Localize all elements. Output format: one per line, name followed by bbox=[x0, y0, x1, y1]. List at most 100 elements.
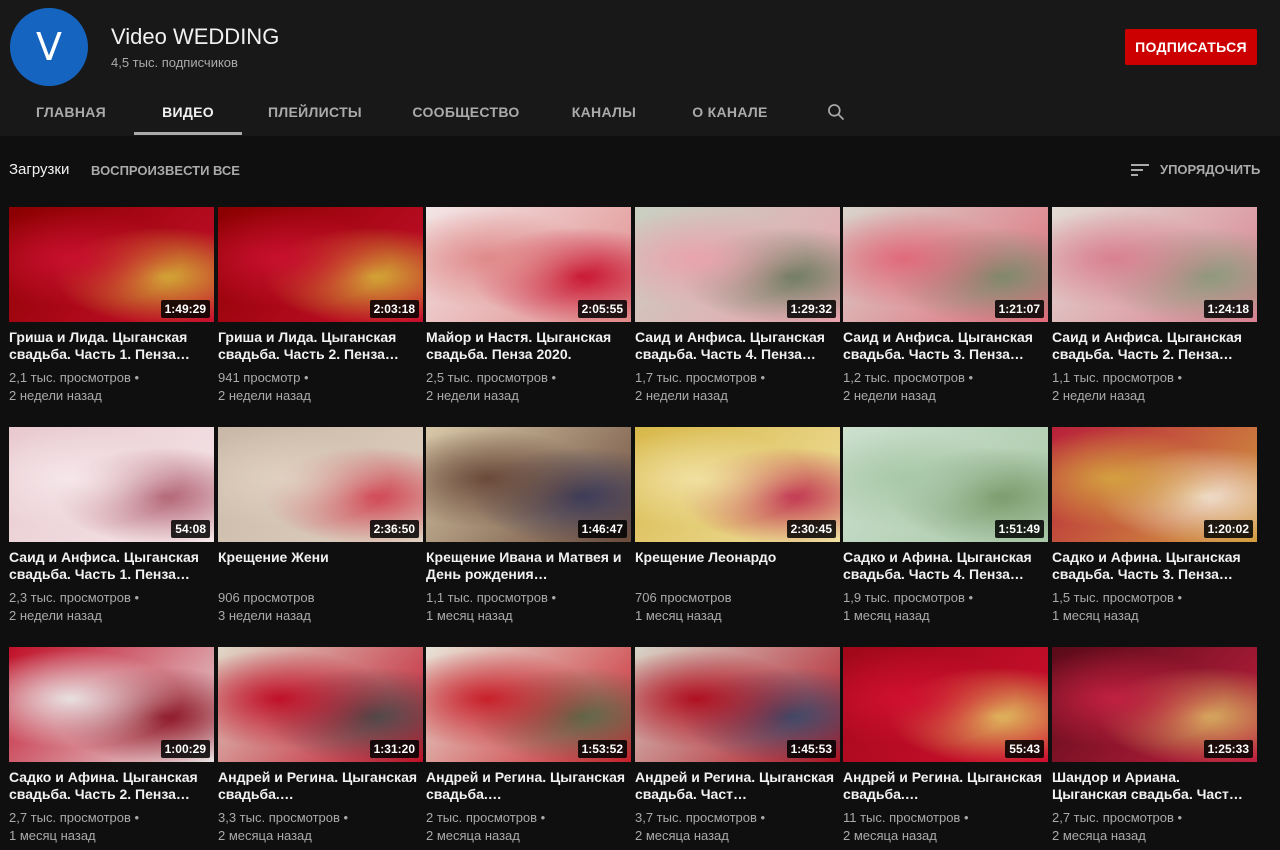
video-duration: 1:31:20 bbox=[369, 740, 419, 758]
video-card[interactable]: 1:46:47 Крещение Ивана и Матвея и День ро… bbox=[426, 427, 631, 625]
video-thumbnail[interactable]: 1:46:47 bbox=[426, 427, 631, 542]
video-title[interactable]: Саид и Анфиса. Цыганская свадьба. Часть … bbox=[843, 329, 1048, 363]
video-card[interactable]: 1:21:07 Саид и Анфиса. Цыганская свадьба.… bbox=[843, 207, 1048, 405]
video-views: 3,7 тыс. просмотров • bbox=[635, 810, 766, 825]
video-card[interactable]: 1:29:32 Саид и Анфиса. Цыганская свадьба.… bbox=[635, 207, 840, 405]
tab-community[interactable]: СООБЩЕСТВО bbox=[408, 88, 524, 136]
video-thumbnail[interactable]: 55:43 bbox=[843, 647, 1048, 762]
video-card[interactable]: 1:45:53 Андрей и Регина. Цыганская свадьб… bbox=[635, 647, 840, 845]
video-title[interactable]: Майор и Настя. Цыганская свадьба. Пенза … bbox=[426, 329, 631, 363]
video-thumbnail[interactable]: 1:45:53 bbox=[635, 647, 840, 762]
video-thumbnail[interactable]: 1:49:29 bbox=[9, 207, 214, 322]
video-age: 2 месяца назад bbox=[218, 828, 312, 843]
video-age: 2 недели назад bbox=[9, 388, 102, 403]
tab-playlists[interactable]: ПЛЕЙЛИСТЫ bbox=[262, 88, 368, 136]
video-thumbnail[interactable]: 54:08 bbox=[9, 427, 214, 542]
video-views: 2,7 тыс. просмотров • bbox=[1052, 810, 1183, 825]
video-title[interactable]: Андрей и Регина. Цыганская свадьба.… bbox=[843, 769, 1048, 803]
video-age: 2 месяца назад bbox=[1052, 828, 1146, 843]
video-card[interactable]: 1:53:52 Андрей и Регина. Цыганская свадьб… bbox=[426, 647, 631, 845]
channel-header: V Video WEDDING 4,5 тыс. подписчиков ПОД… bbox=[0, 0, 1280, 136]
active-tab-indicator bbox=[134, 132, 242, 135]
video-thumbnail[interactable]: 1:00:29 bbox=[9, 647, 214, 762]
video-title[interactable]: Садко и Афина. Цыганская свадьба. Часть … bbox=[1052, 549, 1257, 583]
video-title[interactable]: Гриша и Лида. Цыганская свадьба. Часть 1… bbox=[9, 329, 214, 363]
video-thumbnail[interactable]: 2:05:55 bbox=[426, 207, 631, 322]
tab-about[interactable]: О КАНАЛЕ bbox=[684, 88, 776, 136]
video-card[interactable]: 1:51:49 Садко и Афина. Цыганская свадьба.… bbox=[843, 427, 1048, 625]
video-thumbnail[interactable]: 1:25:33 bbox=[1052, 647, 1257, 762]
video-card[interactable]: 2:03:18 Гриша и Лида. Цыганская свадьба. … bbox=[218, 207, 423, 405]
video-card[interactable]: 1:24:18 Саид и Анфиса. Цыганская свадьба.… bbox=[1052, 207, 1257, 405]
video-title[interactable]: Садко и Афина. Цыганская свадьба. Часть … bbox=[843, 549, 1048, 583]
video-views: 1,1 тыс. просмотров • bbox=[1052, 370, 1183, 385]
tab-home[interactable]: ГЛАВНАЯ bbox=[30, 88, 112, 136]
video-title[interactable]: Крещение Ивана и Матвея и День рождения… bbox=[426, 549, 631, 583]
video-title[interactable]: Садко и Афина. Цыганская свадьба. Часть … bbox=[9, 769, 214, 803]
video-title[interactable]: Саид и Анфиса. Цыганская свадьба. Часть … bbox=[9, 549, 214, 583]
channel-name[interactable]: Video WEDDING bbox=[111, 24, 279, 50]
video-views: 2,3 тыс. просмотров • bbox=[9, 590, 140, 605]
video-views: 2 тыс. просмотров • bbox=[426, 810, 546, 825]
video-age: 2 недели назад bbox=[635, 388, 728, 403]
video-thumbnail[interactable]: 2:03:18 bbox=[218, 207, 423, 322]
video-card[interactable]: 1:20:02 Садко и Афина. Цыганская свадьба.… bbox=[1052, 427, 1257, 625]
video-duration: 1:49:29 bbox=[160, 300, 210, 318]
video-title[interactable]: Шандор и Ариана. Цыганская свадьба. Част… bbox=[1052, 769, 1257, 803]
video-card[interactable]: 54:08 Саид и Анфиса. Цыганская свадьба. Ч… bbox=[9, 427, 214, 625]
video-duration: 1:24:18 bbox=[1203, 300, 1253, 318]
video-title[interactable]: Андрей и Регина. Цыганская свадьба. Част… bbox=[635, 769, 840, 803]
subscribe-button[interactable]: ПОДПИСАТЬСЯ bbox=[1125, 29, 1257, 65]
video-age: 1 месяц назад bbox=[1052, 608, 1139, 623]
video-views: 941 просмотр • bbox=[218, 370, 309, 385]
video-age: 2 недели назад bbox=[843, 388, 936, 403]
video-card[interactable]: 55:43 Андрей и Регина. Цыганская свадьба.… bbox=[843, 647, 1048, 845]
video-duration: 1:53:52 bbox=[577, 740, 627, 758]
play-all-button[interactable]: ВОСПРОИЗВЕСТИ ВСЕ bbox=[91, 163, 240, 178]
video-thumbnail[interactable]: 2:36:50 bbox=[218, 427, 423, 542]
subscriber-count: 4,5 тыс. подписчиков bbox=[111, 55, 238, 70]
video-title[interactable]: Крещение Леонардо bbox=[635, 549, 840, 583]
video-thumbnail[interactable]: 1:51:49 bbox=[843, 427, 1048, 542]
video-views: 2,1 тыс. просмотров • bbox=[9, 370, 140, 385]
video-thumbnail[interactable]: 1:29:32 bbox=[635, 207, 840, 322]
sort-icon[interactable] bbox=[1130, 162, 1150, 178]
video-age: 2 месяца назад bbox=[843, 828, 937, 843]
video-duration: 1:20:02 bbox=[1203, 520, 1253, 538]
tab-channels[interactable]: КАНАЛЫ bbox=[566, 88, 642, 136]
video-duration: 1:46:47 bbox=[577, 520, 627, 538]
channel-avatar[interactable]: V bbox=[10, 8, 88, 86]
video-title[interactable]: Саид и Анфиса. Цыганская свадьба. Часть … bbox=[635, 329, 840, 363]
video-age: 2 недели назад bbox=[218, 388, 311, 403]
video-thumbnail[interactable]: 2:30:45 bbox=[635, 427, 840, 542]
video-card[interactable]: 1:00:29 Садко и Афина. Цыганская свадьба.… bbox=[9, 647, 214, 845]
video-title[interactable]: Андрей и Регина. Цыганская свадьба.… bbox=[218, 769, 423, 803]
video-thumbnail[interactable]: 1:24:18 bbox=[1052, 207, 1257, 322]
video-card[interactable]: 2:05:55 Майор и Настя. Цыганская свадьба.… bbox=[426, 207, 631, 405]
video-duration: 1:51:49 bbox=[994, 520, 1044, 538]
video-age: 1 месяц назад bbox=[9, 828, 96, 843]
video-title[interactable]: Гриша и Лида. Цыганская свадьба. Часть 2… bbox=[218, 329, 423, 363]
video-views: 11 тыс. просмотров • bbox=[843, 810, 969, 825]
video-title[interactable]: Саид и Анфиса. Цыганская свадьба. Часть … bbox=[1052, 329, 1257, 363]
video-views: 3,3 тыс. просмотров • bbox=[218, 810, 349, 825]
video-duration: 1:29:32 bbox=[786, 300, 836, 318]
video-card[interactable]: 2:36:50 Крещение Жени 906 просмотров 3 неде… bbox=[218, 427, 423, 625]
video-title[interactable]: Андрей и Регина. Цыганская свадьба.… bbox=[426, 769, 631, 803]
video-thumbnail[interactable]: 1:53:52 bbox=[426, 647, 631, 762]
search-icon[interactable] bbox=[826, 102, 846, 122]
video-title[interactable]: Крещение Жени bbox=[218, 549, 423, 583]
video-thumbnail[interactable]: 1:31:20 bbox=[218, 647, 423, 762]
video-views: 2,7 тыс. просмотров • bbox=[9, 810, 140, 825]
video-card[interactable]: 1:25:33 Шандор и Ариана. Цыганская свадьб… bbox=[1052, 647, 1257, 845]
video-thumbnail[interactable]: 1:21:07 bbox=[843, 207, 1048, 322]
video-card[interactable]: 1:49:29 Гриша и Лида. Цыганская свадьба. … bbox=[9, 207, 214, 405]
video-thumbnail[interactable]: 1:20:02 bbox=[1052, 427, 1257, 542]
video-card[interactable]: 2:30:45 Крещение Леонардо 706 просмотров 1 … bbox=[635, 427, 840, 625]
video-age: 2 месяца назад bbox=[635, 828, 729, 843]
sort-button[interactable]: УПОРЯДОЧИТЬ bbox=[1160, 162, 1260, 177]
video-card[interactable]: 1:31:20 Андрей и Регина. Цыганская свадьб… bbox=[218, 647, 423, 845]
video-age: 3 недели назад bbox=[218, 608, 311, 623]
video-age: 2 недели назад bbox=[426, 388, 519, 403]
tab-videos[interactable]: ВИДЕО bbox=[134, 88, 242, 136]
